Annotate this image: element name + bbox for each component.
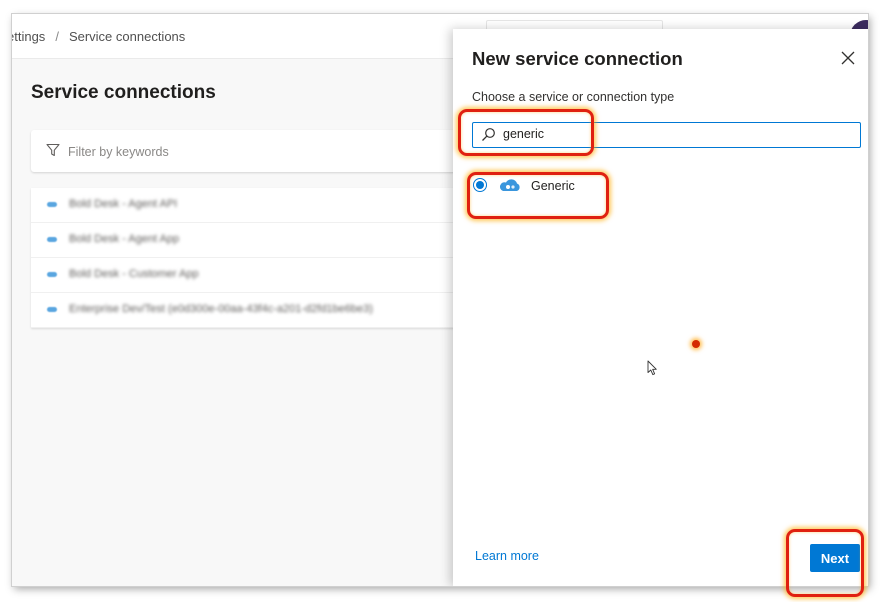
connection-label: Bold Desk - Customer App <box>69 268 199 280</box>
connection-list: Bold Desk - Agent API Bold Desk - Agent … <box>31 188 471 328</box>
breadcrumb-current[interactable]: Service connections <box>69 29 185 44</box>
azure-icon <box>47 307 57 312</box>
search-icon <box>481 127 496 147</box>
generic-radio[interactable] <box>473 178 487 192</box>
azure-icon <box>47 237 57 242</box>
option-generic[interactable]: Generic <box>473 177 673 197</box>
list-item[interactable]: Bold Desk - Customer App <box>31 258 471 293</box>
breadcrumb: ettings / Service connections <box>12 29 185 44</box>
list-item[interactable]: Bold Desk - Agent API <box>31 188 471 223</box>
list-item[interactable]: Bold Desk - Agent App <box>31 223 471 258</box>
learn-more-link[interactable]: Learn more <box>475 549 539 563</box>
filter-placeholder: Filter by keywords <box>68 145 169 159</box>
close-icon[interactable] <box>841 51 855 70</box>
page-title: Service connections <box>31 82 216 103</box>
azure-icon <box>47 272 57 277</box>
filter-icon <box>46 143 60 162</box>
breadcrumb-settings[interactable]: ettings <box>12 29 45 44</box>
connection-type-search[interactable] <box>472 122 861 148</box>
panel-subtitle: Choose a service or connection type <box>472 90 675 104</box>
option-label: Generic <box>531 179 575 193</box>
new-service-connection-panel: New service connection Choose a service … <box>453 29 868 586</box>
panel-title: New service connection <box>472 48 683 69</box>
filter-box[interactable]: Filter by keywords <box>31 130 471 172</box>
mouse-cursor-icon <box>647 360 658 381</box>
app-screen: ettings / Service connections Service conn… <box>12 14 868 586</box>
next-button[interactable]: Next <box>810 544 860 572</box>
azure-icon <box>47 202 57 207</box>
list-item[interactable]: Enterprise Dev/Test (e0d300e-00aa-43f4c-… <box>31 293 471 328</box>
cloud-icon <box>498 179 522 198</box>
search-input[interactable] <box>503 125 843 143</box>
connection-label: Enterprise Dev/Test (e0d300e-00aa-43f4c-… <box>69 303 373 315</box>
connection-label: Bold Desk - Agent API <box>69 198 178 210</box>
breadcrumb-separator: / <box>55 29 59 44</box>
click-indicator <box>692 340 700 348</box>
connection-label: Bold Desk - Agent App <box>69 233 180 245</box>
